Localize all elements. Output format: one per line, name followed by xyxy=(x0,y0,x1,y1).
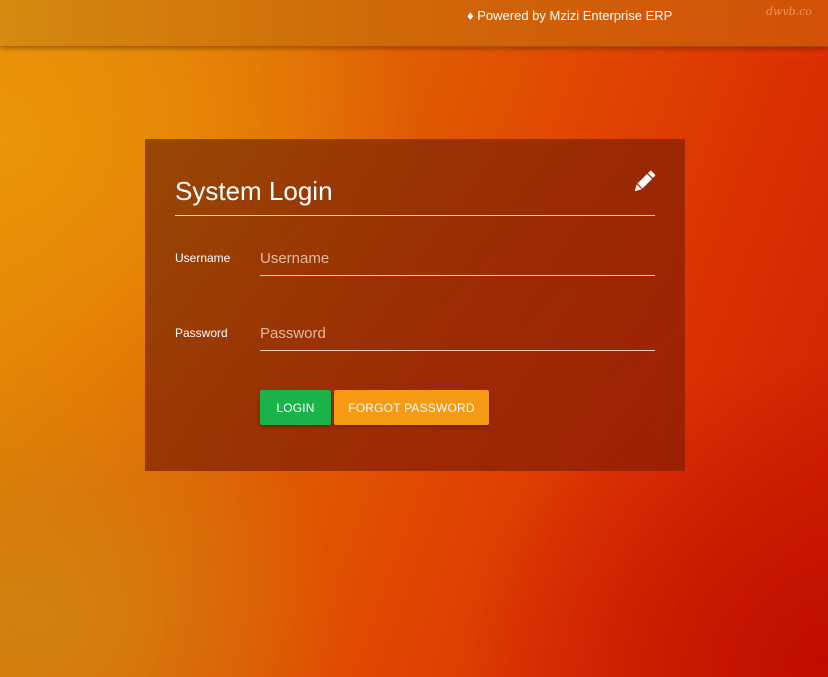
title-divider xyxy=(175,215,655,216)
watermark-text: dwvb.co xyxy=(766,5,812,18)
login-card: System Login Username Password LOGIN FOR… xyxy=(145,139,685,471)
username-label: Username xyxy=(175,251,231,265)
password-input[interactable] xyxy=(260,316,655,351)
username-input[interactable] xyxy=(260,241,655,276)
password-label: Password xyxy=(175,326,228,340)
powered-by-text: ♦ Powered by Mzizi Enterprise ERP xyxy=(467,8,673,23)
forgot-password-button[interactable]: FORGOT PASSWORD xyxy=(334,390,489,425)
pencil-icon xyxy=(629,167,659,197)
login-button[interactable]: LOGIN xyxy=(260,390,331,425)
top-bar: ♦ Powered by Mzizi Enterprise ERP dwvb.c… xyxy=(0,0,828,47)
login-title: System Login xyxy=(175,176,333,206)
